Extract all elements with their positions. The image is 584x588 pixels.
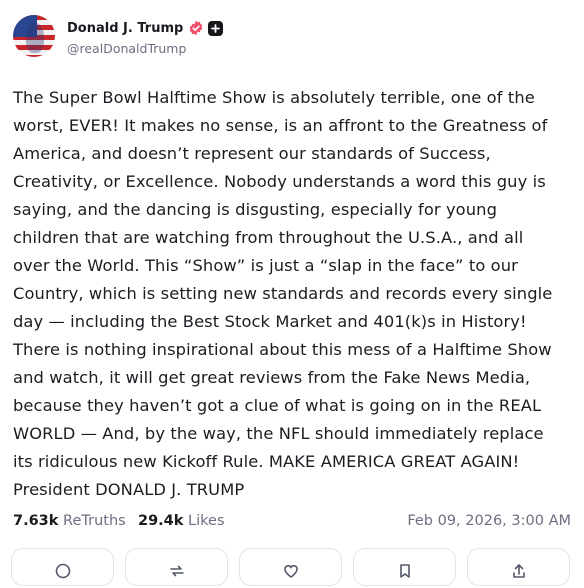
post-header: Donald J. Trump @realDonaldTrump: [13, 15, 573, 60]
retruths-stat[interactable]: 7.63k ReTruths: [13, 513, 126, 529]
post-timestamp[interactable]: Feb 09, 2026, 3:00 AM: [407, 513, 571, 529]
retruth-button[interactable]: [125, 548, 228, 586]
likes-stat[interactable]: 29.4k Likes: [138, 513, 225, 529]
share-icon: [512, 564, 525, 578]
share-button[interactable]: [467, 548, 570, 586]
post-stats: 7.63k ReTruths 29.4k Likes Feb 09, 2026,…: [13, 513, 571, 533]
plus-badge-icon: [208, 20, 224, 36]
bookmark-button[interactable]: [353, 548, 456, 586]
reply-button[interactable]: [11, 548, 114, 586]
reply-icon: [55, 563, 70, 579]
verified-badge-icon: [189, 20, 203, 36]
retruth-icon: [169, 565, 184, 577]
post-action-bar: [11, 548, 573, 588]
likes-count: 29.4k: [138, 513, 184, 529]
author-name-row: Donald J. Trump: [67, 18, 224, 38]
author-handle[interactable]: @realDonaldTrump: [67, 41, 186, 56]
retruths-count: 7.63k: [13, 513, 59, 529]
bookmark-icon: [399, 564, 410, 578]
likes-label: Likes: [188, 513, 225, 529]
like-button[interactable]: [239, 548, 342, 586]
retruths-label: ReTruths: [63, 513, 126, 529]
author-display-name[interactable]: Donald J. Trump: [67, 21, 183, 36]
post-body-text: The Super Bowl Halftime Show is absolute…: [13, 88, 553, 499]
like-icon: [283, 565, 298, 578]
avatar[interactable]: [13, 15, 55, 57]
avatar-portrait: [26, 23, 44, 53]
